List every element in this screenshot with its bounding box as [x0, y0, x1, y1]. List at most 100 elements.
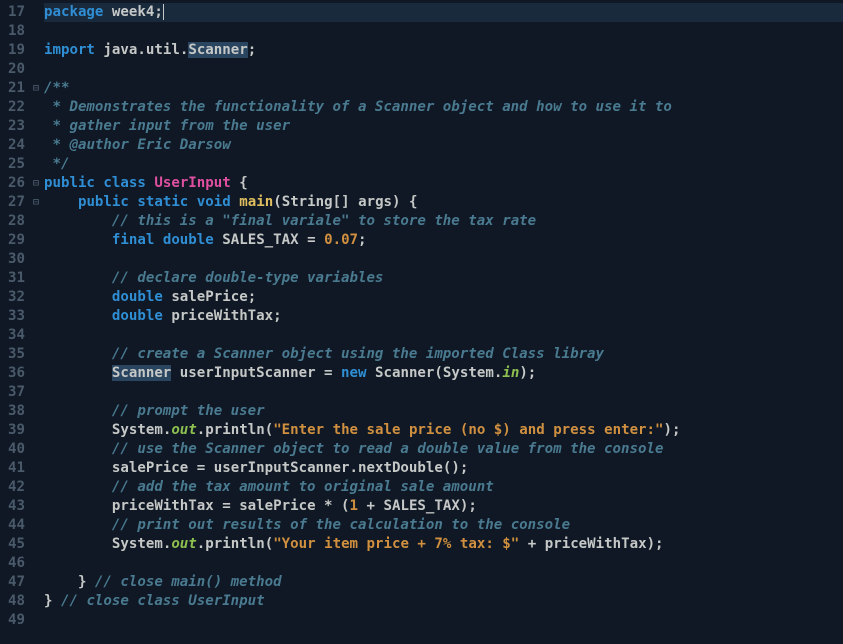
code-line[interactable]: /** [44, 79, 843, 98]
token: salePrice [239, 498, 315, 514]
token: // declare double-type variables [112, 270, 384, 286]
fold-marker[interactable] [30, 497, 42, 516]
code-line[interactable] [44, 250, 843, 269]
code-line[interactable]: double priceWithTax; [44, 307, 843, 326]
fold-marker[interactable] [30, 383, 42, 402]
token: = [214, 498, 239, 514]
fold-marker[interactable] [30, 421, 42, 440]
code-line[interactable]: } // close class UserInput [44, 592, 843, 611]
fold-marker[interactable] [30, 345, 42, 364]
code-line[interactable] [44, 383, 843, 402]
code-line[interactable]: * gather input from the user [44, 117, 843, 136]
token: "Enter the sale price (no $) and press e… [273, 422, 663, 438]
code-line[interactable]: package week4; [44, 3, 843, 22]
code-line[interactable] [44, 60, 843, 79]
code-line[interactable]: import java.util.Scanner; [44, 41, 843, 60]
token: Scanner [375, 365, 434, 381]
token: ); [460, 498, 477, 514]
fold-marker[interactable] [30, 459, 42, 478]
code-line[interactable] [44, 22, 843, 41]
code-line[interactable]: System.out.println("Enter the sale price… [44, 421, 843, 440]
fold-marker[interactable] [30, 22, 42, 41]
fold-marker[interactable] [30, 136, 42, 155]
token: * Demonstrates the functionality of a Sc… [44, 99, 672, 115]
fold-marker[interactable] [30, 155, 42, 174]
token: week4 [112, 4, 154, 20]
fold-marker[interactable] [30, 573, 42, 592]
line-number: 24 [3, 136, 25, 155]
fold-marker[interactable] [30, 3, 42, 22]
line-number: 48 [3, 592, 25, 611]
fold-marker[interactable] [30, 250, 42, 269]
token [44, 232, 112, 248]
fold-marker[interactable] [30, 554, 42, 573]
token: */ [44, 156, 69, 172]
line-number: 27 [3, 193, 25, 212]
code-line[interactable]: // this is a "final variale" to store th… [44, 212, 843, 231]
fold-marker[interactable] [30, 402, 42, 421]
token [44, 536, 112, 552]
fold-marker[interactable] [30, 212, 42, 231]
code-line[interactable]: // print out results of the calculation … [44, 516, 843, 535]
fold-marker[interactable]: ⊟ [30, 193, 42, 212]
code-line[interactable]: */ [44, 155, 843, 174]
token [44, 498, 112, 514]
fold-marker[interactable] [30, 611, 42, 630]
fold-marker[interactable] [30, 41, 42, 60]
line-number: 22 [3, 98, 25, 117]
code-line[interactable]: salePrice = userInputScanner.nextDouble(… [44, 459, 843, 478]
token: ; [248, 289, 257, 305]
fold-marker[interactable] [30, 326, 42, 345]
code-line[interactable]: public class UserInput { [44, 174, 843, 193]
token: ); [519, 365, 536, 381]
fold-marker[interactable] [30, 231, 42, 250]
code-line[interactable]: * @author Eric Darsow [44, 136, 843, 155]
code-line[interactable]: * Demonstrates the functionality of a Sc… [44, 98, 843, 117]
line-number: 18 [3, 22, 25, 41]
token: ; [248, 42, 257, 58]
fold-marker[interactable] [30, 98, 42, 117]
token: salePrice [112, 460, 188, 476]
code-line[interactable]: double salePrice; [44, 288, 843, 307]
line-number-gutter: 1718192021222324252627282930313233343536… [0, 0, 30, 644]
code-editor[interactable]: 1718192021222324252627282930313233343536… [0, 0, 843, 644]
code-line[interactable] [44, 554, 843, 573]
code-line[interactable]: System.out.println("Your item price + 7%… [44, 535, 843, 554]
fold-marker[interactable]: ⊟ [30, 174, 42, 193]
code-line[interactable] [44, 611, 843, 630]
fold-marker[interactable] [30, 478, 42, 497]
code-line[interactable]: Scanner userInputScanner = new Scanner(S… [44, 364, 843, 383]
code-line[interactable]: // create a Scanner object using the imp… [44, 345, 843, 364]
code-line[interactable] [44, 326, 843, 345]
code-line[interactable]: // prompt the user [44, 402, 843, 421]
token [44, 460, 112, 476]
code-line[interactable]: final double SALES_TAX = 0.07; [44, 231, 843, 250]
fold-column[interactable]: ⊟⊟⊟ [30, 0, 42, 644]
code-line[interactable]: } // close main() method [44, 573, 843, 592]
code-line[interactable]: priceWithTax = salePrice * (1 + SALES_TA… [44, 497, 843, 516]
fold-marker[interactable] [30, 592, 42, 611]
fold-marker[interactable] [30, 60, 42, 79]
code-area[interactable]: package week4; import java.util.Scanner; /… [42, 0, 843, 644]
fold-marker[interactable] [30, 288, 42, 307]
token [44, 441, 112, 457]
token: * gather input from the user [44, 118, 290, 134]
token: new [341, 365, 366, 381]
code-line[interactable]: // declare double-type variables [44, 269, 843, 288]
token: void [197, 194, 231, 210]
token [44, 346, 112, 362]
fold-marker[interactable] [30, 440, 42, 459]
code-line[interactable]: // use the Scanner object to read a doub… [44, 440, 843, 459]
token: * ( [316, 498, 350, 514]
fold-marker[interactable] [30, 269, 42, 288]
fold-marker[interactable] [30, 117, 42, 136]
fold-marker[interactable] [30, 516, 42, 535]
code-line[interactable]: public static void main(String[] args) { [44, 193, 843, 212]
token: String [282, 194, 333, 210]
fold-marker[interactable] [30, 364, 42, 383]
token: println [205, 536, 264, 552]
fold-marker[interactable]: ⊟ [30, 79, 42, 98]
fold-marker[interactable] [30, 307, 42, 326]
fold-marker[interactable] [30, 535, 42, 554]
code-line[interactable]: // add the tax amount to original sale a… [44, 478, 843, 497]
